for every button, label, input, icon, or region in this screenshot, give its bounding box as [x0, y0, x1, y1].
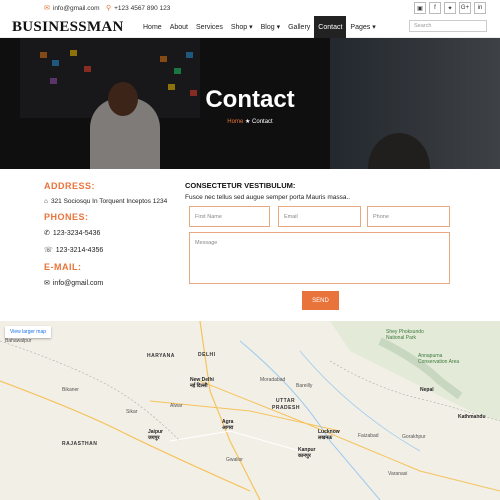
- email-field[interactable]: Email: [278, 206, 361, 227]
- message-field[interactable]: Message: [189, 232, 450, 284]
- map-label: Alwar: [170, 403, 183, 409]
- map-label: Gorakhpur: [402, 434, 426, 440]
- topbar-phone[interactable]: ⚲ +123 4567 890 123: [106, 4, 171, 13]
- email-line: ✉ info@gmail.com: [44, 279, 103, 288]
- phones-label: PHONES:: [44, 212, 89, 222]
- address-line: ⌂ 321 Sociosqu In Torquent Inceptos 1234: [44, 198, 167, 205]
- map-label: HARYANA: [147, 353, 175, 359]
- nav-item-about[interactable]: About: [166, 16, 192, 38]
- search-input[interactable]: Search: [409, 20, 487, 32]
- hero-banner: Contact Home ★ Contact: [0, 38, 500, 169]
- topbar-phone-text: +123 4567 890 123: [114, 4, 171, 12]
- phone-1-text: 123-3234-5436: [52, 229, 101, 237]
- envelope-icon: ✉: [44, 280, 50, 287]
- map-label: Varanasi: [388, 471, 408, 477]
- breadcrumb-current: Contact: [252, 119, 273, 125]
- star-icon: ★: [244, 119, 251, 125]
- map-canvas: [0, 321, 500, 500]
- google-plus-icon[interactable]: G+: [459, 2, 471, 14]
- logo[interactable]: BUSINESSMAN: [12, 19, 124, 36]
- phone-2-text: 123-3214-4356: [55, 246, 104, 254]
- breadcrumb: Home ★ Contact: [0, 118, 500, 125]
- nav-item-services[interactable]: Services: [192, 16, 227, 38]
- map-label: Sikar: [126, 409, 138, 415]
- map-label: Faizabad: [358, 433, 379, 439]
- map-label: Moradabad: [260, 377, 286, 383]
- phone-icon: ✆: [44, 230, 50, 237]
- phone-field[interactable]: Phone: [367, 206, 450, 227]
- topbar-email-text: info@gmail.com: [52, 4, 100, 12]
- nav-item-blog[interactable]: Blog ▾: [257, 16, 284, 38]
- send-button[interactable]: SEND: [302, 291, 339, 310]
- nav-item-shop[interactable]: Shop ▾: [227, 16, 257, 38]
- map-label: Nepal: [420, 387, 434, 393]
- phone-line-1: ✆ 123-3234-5436: [44, 229, 101, 238]
- topbar-email[interactable]: ✉ info@gmail.com: [44, 4, 100, 13]
- view-larger-map-link[interactable]: View larger map: [5, 326, 52, 338]
- map-label: Kathmandu: [458, 414, 486, 420]
- form-title: CONSECTETUR VESTIBULUM:: [185, 181, 296, 190]
- map-label: लखनऊ: [318, 435, 333, 441]
- map-label: आगरा: [222, 425, 234, 431]
- map-label: UTTAR: [276, 398, 296, 404]
- social-links: ▣ f ✦ G+ in: [414, 2, 486, 14]
- map-label: Shey Phoksundo National Park: [386, 329, 424, 341]
- address-label: ADDRESS:: [44, 181, 96, 191]
- map-label: Bahawalpur: [5, 338, 32, 344]
- rss-icon[interactable]: ▣: [414, 2, 426, 14]
- address-text: 321 Sociosqu In Torquent Inceptos 1234: [50, 198, 168, 205]
- map-label: कानपुर: [298, 453, 311, 459]
- home-icon: ⌂: [44, 198, 48, 205]
- facebook-icon[interactable]: f: [429, 2, 441, 14]
- map-label: जयपुर: [148, 435, 160, 441]
- map-label: Bikaner: [62, 387, 79, 393]
- google-map[interactable]: View larger map HARYANA DELHI New Delhi …: [0, 321, 500, 500]
- form-subtitle: Fusce nec tellus sed augue semper porta …: [185, 194, 351, 201]
- map-label: Bareilly: [296, 383, 313, 389]
- nav-item-gallery[interactable]: Gallery: [284, 16, 314, 38]
- map-label: DELHI: [198, 352, 216, 358]
- nav-item-pages[interactable]: Pages ▾: [346, 16, 379, 38]
- email-text[interactable]: info@gmail.com: [53, 280, 103, 287]
- phone-line-2: ☏ 123-3214-4356: [44, 246, 104, 255]
- map-label: Gwalior: [226, 457, 243, 463]
- nav-item-contact[interactable]: Contact: [314, 16, 347, 38]
- map-label: Annapurna Conservation Area: [418, 353, 460, 365]
- first-name-field[interactable]: First Name: [189, 206, 270, 227]
- map-label: नई दिल्ली: [190, 383, 208, 389]
- fax-icon: ☏: [44, 247, 53, 254]
- top-bar: ✉ info@gmail.com ⚲ +123 4567 890 123 ▣ f…: [0, 0, 500, 16]
- map-label: PRADESH: [272, 405, 300, 411]
- email-label: E-MAIL:: [44, 262, 82, 272]
- breadcrumb-home[interactable]: Home: [227, 119, 243, 125]
- map-label: RAJASTHAN: [62, 441, 98, 447]
- linkedin-icon[interactable]: in: [474, 2, 486, 14]
- page-title: Contact: [205, 86, 295, 113]
- navbar: BUSINESSMAN Home About Services Shop ▾ B…: [0, 16, 500, 38]
- location-pin-icon: ⚲: [106, 5, 112, 12]
- nav-item-home[interactable]: Home: [139, 16, 166, 38]
- envelope-icon: ✉: [44, 5, 50, 12]
- main-nav: Home About Services Shop ▾ Blog ▾ Galler…: [139, 16, 380, 38]
- twitter-icon[interactable]: ✦: [444, 2, 456, 14]
